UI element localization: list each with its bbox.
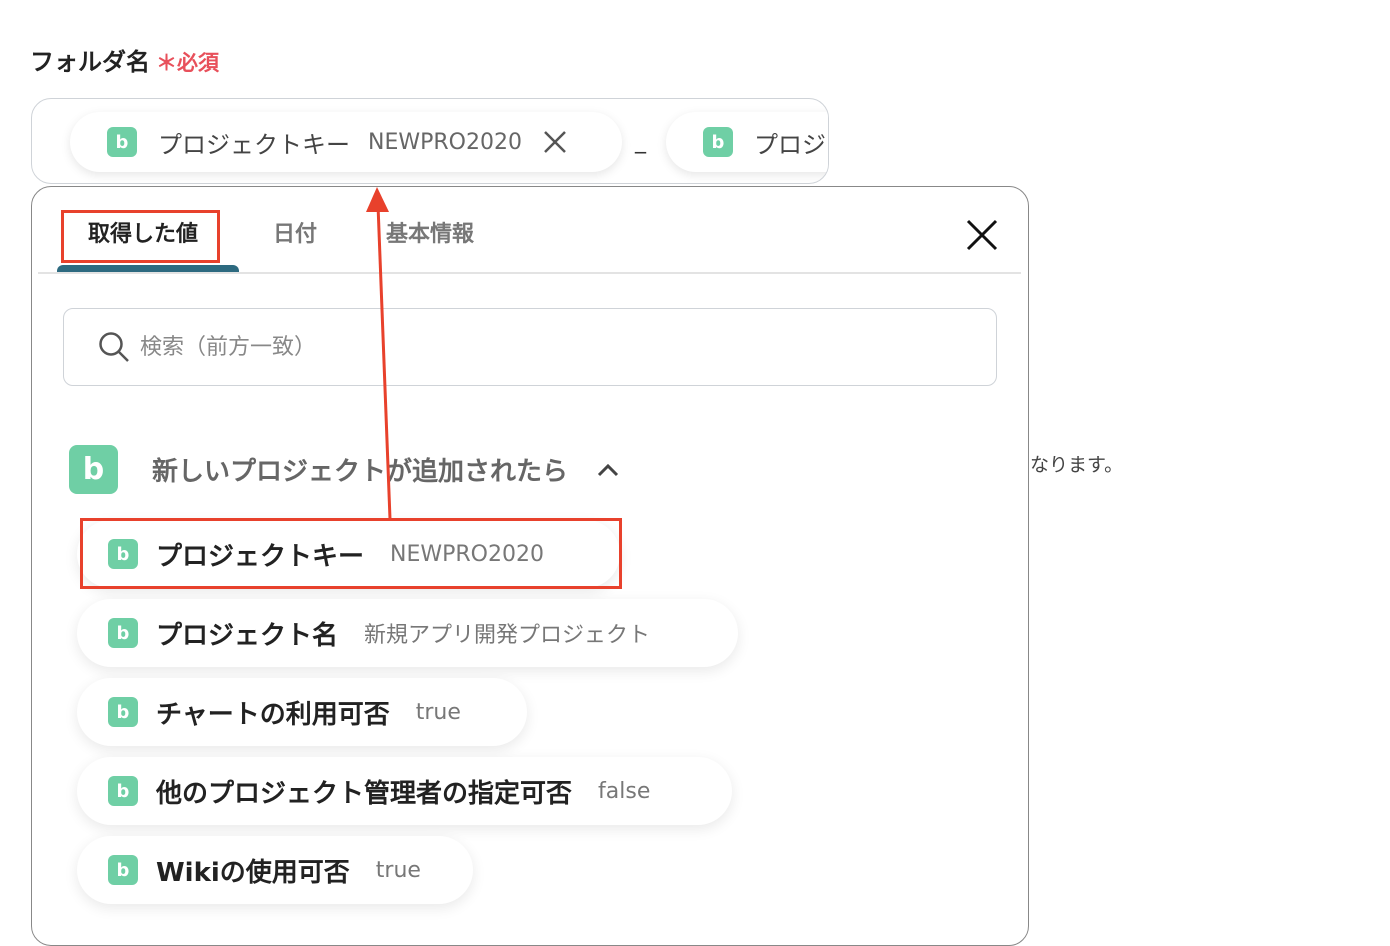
annotation-arrow-icon	[366, 187, 392, 520]
